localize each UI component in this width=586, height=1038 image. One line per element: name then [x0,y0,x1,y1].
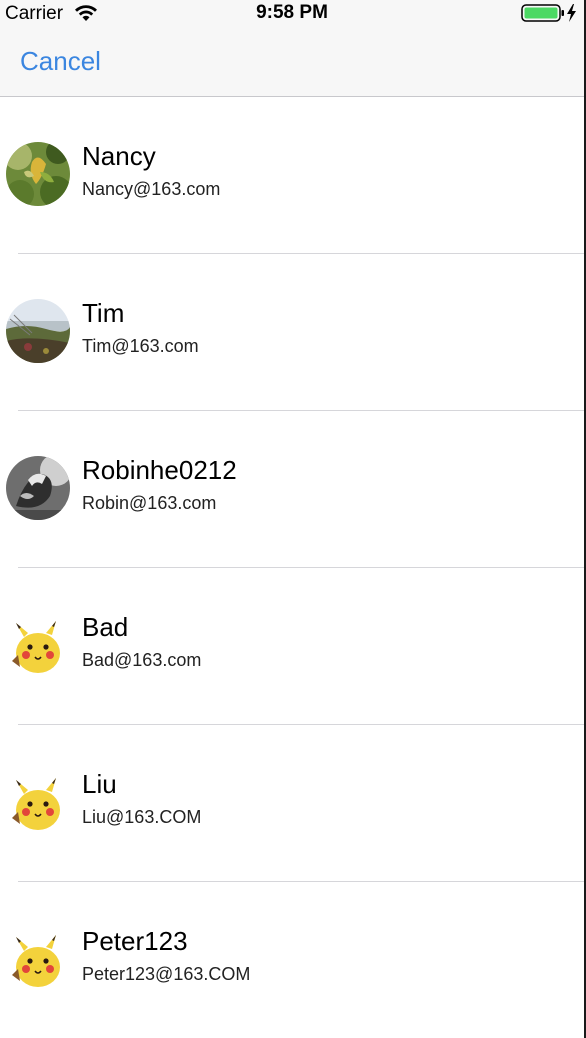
contact-email: Nancy@163.com [82,179,221,199]
contact-name: Tim [82,298,125,328]
avatar-pikachu [6,613,70,677]
clock-label: 9:58 PM [256,2,328,23]
contact-row-nancy[interactable]: Nancy Nancy@163.com [6,97,584,254]
contact-email: Peter123@163.COM [82,964,251,984]
contact-row-tim[interactable]: Tim Tim@163.com [6,254,584,411]
avatar-landscape-photo [6,299,70,363]
battery-charging-icon [521,4,576,22]
contacts-screen: Carrier 9:58 PM Cancel Nancy Nancy@163.c… [0,0,586,1038]
contact-email: Liu@163.COM [82,807,202,827]
navigation-bar: Cancel [0,28,584,97]
avatar-plant-photo [6,142,70,206]
cancel-button[interactable]: Cancel [20,46,101,77]
contact-email: Robin@163.com [82,493,217,513]
contact-row-robinhe0212[interactable]: Robinhe0212 Robin@163.com [6,411,584,568]
contact-list: Nancy Nancy@163.com Tim Tim@163.com Robi… [0,97,584,1038]
status-bar: Carrier 9:58 PM [0,0,584,28]
contact-name: Liu [82,769,117,799]
contact-name: Robinhe0212 [82,455,237,485]
contact-name: Nancy [82,141,156,171]
contact-name: Bad [82,612,129,642]
avatar-pikachu [6,927,70,991]
contact-email: Tim@163.com [82,336,199,356]
avatar-bw-photo [6,456,70,520]
contact-row-bad[interactable]: Bad Bad@163.com [6,568,584,725]
contact-name: Peter123 [82,926,188,956]
contact-row-peter123[interactable]: Peter123 Peter123@163.COM [6,882,584,1038]
contact-row-liu[interactable]: Liu Liu@163.COM [6,725,584,882]
avatar-pikachu [6,770,70,834]
contact-email: Bad@163.com [82,650,202,670]
